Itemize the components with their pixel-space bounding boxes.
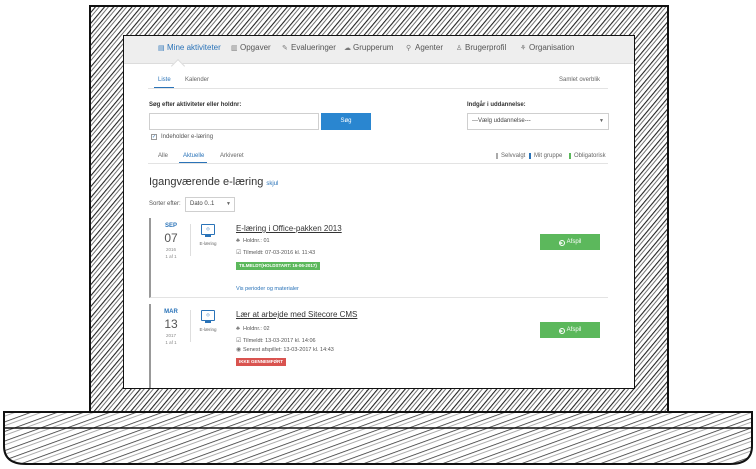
play-icon: ▶ bbox=[558, 240, 565, 246]
card-count: 1 af 1 bbox=[165, 340, 177, 345]
divider bbox=[190, 224, 191, 256]
play-button[interactable]: ▶ Afspil bbox=[540, 322, 600, 338]
chevron-down-icon: ▼ bbox=[599, 118, 604, 124]
filter-current[interactable]: Aktuelle bbox=[183, 153, 204, 159]
play-circle-icon: ◉ bbox=[236, 347, 242, 353]
card-title-link[interactable]: E-læring i Office-pakken 2013 bbox=[236, 224, 342, 233]
card-period-text: Tilmeldt: 13-03-2017 kl. 14:06 bbox=[243, 338, 316, 344]
card-day: 13 bbox=[164, 317, 178, 331]
nav-item-tasks[interactable]: ▥ Opgaver bbox=[231, 43, 271, 52]
card-last-played: ◉ Senest afspillet: 13-03-2017 kl. 14:43 bbox=[236, 346, 334, 353]
sort-select-value: Dato 0..1 bbox=[190, 201, 215, 207]
monitor-stand bbox=[205, 235, 211, 237]
team-icon: ♣ bbox=[236, 238, 240, 244]
app-screen: ▤ Mine aktiviteter ▥ Opgaver ✎ Evalueringer… bbox=[124, 36, 634, 388]
laptop-base bbox=[0, 404, 756, 469]
agents-icon: ⚲ bbox=[406, 45, 412, 52]
active-nav-pointer bbox=[170, 58, 186, 74]
hide-section-link[interactable]: skjul bbox=[266, 181, 278, 187]
status-badge: TILMELDT(HOLDSTART: 16-06-2017) bbox=[236, 262, 320, 270]
group-room-icon: ☁ bbox=[344, 45, 351, 52]
card-team-text: Holdnr.: 01 bbox=[243, 238, 270, 244]
play-button-label: Afspil bbox=[566, 239, 582, 245]
main-navigation: ▤ Mine aktiviteter ▥ Opgaver ✎ Evalueringer… bbox=[124, 36, 634, 74]
check-icon: ☑ bbox=[236, 250, 242, 256]
elearning-checkbox[interactable]: ✓ bbox=[151, 134, 157, 140]
card-month: MAR bbox=[164, 309, 178, 315]
nav-item-my-activities[interactable]: ▤ Mine aktiviteter bbox=[158, 43, 221, 52]
legend-mandatory: Obligatorisk bbox=[569, 153, 606, 159]
card-count: 1 af 1 bbox=[165, 254, 177, 259]
card-team-text: Holdnr.: 02 bbox=[243, 326, 270, 332]
play-button-label: Afspil bbox=[566, 327, 582, 333]
card-year: 2017 bbox=[165, 333, 176, 338]
evaluations-icon: ✎ bbox=[282, 45, 288, 52]
card-title-link[interactable]: Lær at arbejde med Sitecore CMS bbox=[236, 310, 357, 319]
card-type: E-læring bbox=[199, 327, 217, 332]
organisation-icon: ⚘ bbox=[520, 45, 527, 52]
activities-icon: ▤ bbox=[158, 45, 165, 52]
card-period-text: Tilmeldt: 07-03-2016 kl. 11:43 bbox=[243, 250, 316, 256]
user-profile-icon: ♙ bbox=[456, 45, 463, 52]
education-label: Indgår i uddannelse: bbox=[467, 102, 526, 108]
legend-my-group: Mit gruppe bbox=[529, 153, 562, 159]
nav-item-group-room[interactable]: ☁ Grupperum bbox=[344, 43, 393, 52]
nav-label: Grupperum bbox=[353, 43, 394, 52]
divider bbox=[148, 88, 608, 89]
sort-select[interactable]: Dato 0..1 ▼ bbox=[185, 197, 235, 212]
section-title-text: Igangværende e-læring bbox=[149, 176, 264, 188]
monitor-stand bbox=[205, 321, 211, 323]
search-input[interactable] bbox=[149, 113, 319, 130]
check-icon: ☑ bbox=[236, 338, 242, 344]
status-badge: IKKE GENNEMFØRT bbox=[236, 358, 287, 366]
play-icon: ▶ bbox=[558, 328, 565, 334]
search-button[interactable]: Søg bbox=[321, 113, 371, 130]
tab-calendar[interactable]: Kalender bbox=[185, 77, 209, 83]
divider bbox=[148, 163, 608, 164]
chevron-down-icon: ▼ bbox=[226, 201, 231, 207]
play-button[interactable]: ▶ Afspil bbox=[540, 234, 600, 250]
card-team: ♣ Holdnr.: 01 bbox=[236, 238, 270, 244]
legend-optional: Selvvalgt bbox=[496, 153, 525, 159]
sort-label: Sorter efter: bbox=[149, 201, 181, 207]
card-month: SEP bbox=[164, 223, 177, 229]
periods-materials-link[interactable]: Vis perioder og materialer bbox=[236, 286, 299, 292]
elearning-checkbox-label: Indeholder e-læring bbox=[161, 134, 214, 140]
card-type: E-læring bbox=[199, 241, 217, 246]
overview-link[interactable]: Samlet overblik bbox=[559, 77, 600, 83]
card-day: 07 bbox=[164, 231, 178, 245]
nav-item-organisation[interactable]: ⚘ Organisation bbox=[520, 43, 574, 52]
activity-card: SEP 07 2016 1 af 1 ◎ E-læring E-læring i… bbox=[149, 218, 608, 298]
monitor-icon: ◎ bbox=[201, 310, 215, 321]
filter-all[interactable]: Alle bbox=[158, 153, 168, 159]
nav-item-agents[interactable]: ⚲ Agenter bbox=[406, 43, 443, 52]
card-year: 2016 bbox=[165, 247, 176, 252]
card-period: ☑ Tilmeldt: 13-03-2017 kl. 14:06 bbox=[236, 337, 316, 344]
nav-label: Opgaver bbox=[240, 43, 271, 52]
card-period: ☑ Tilmeldt: 07-03-2016 kl. 11:43 bbox=[236, 249, 315, 256]
tasks-icon: ▥ bbox=[231, 45, 238, 52]
nav-label: Evalueringer bbox=[291, 43, 336, 52]
nav-label: Mine aktiviteter bbox=[167, 43, 221, 52]
card-last-played-text: Senest afspillet: 13-03-2017 kl. 14:43 bbox=[243, 347, 334, 353]
monitor-icon: ◎ bbox=[201, 224, 215, 235]
section-title: Igangværende e-læring skjul bbox=[149, 176, 278, 188]
nav-label: Organisation bbox=[529, 43, 575, 52]
education-select[interactable]: ---Vælg uddannelse--- ▼ bbox=[467, 113, 609, 130]
nav-item-evaluations[interactable]: ✎ Evalueringer bbox=[282, 43, 336, 52]
team-icon: ♣ bbox=[236, 326, 240, 332]
filter-archived[interactable]: Arkiveret bbox=[220, 153, 244, 159]
search-label: Søg efter aktiviteter eller holdnr: bbox=[149, 102, 242, 108]
card-team: ♣ Holdnr.: 02 bbox=[236, 326, 270, 332]
tab-list[interactable]: Liste bbox=[158, 77, 171, 83]
divider bbox=[190, 310, 191, 342]
education-select-value: ---Vælg uddannelse--- bbox=[472, 118, 531, 124]
nav-label: Brugerprofil bbox=[465, 43, 507, 52]
nav-label: Agenter bbox=[415, 43, 444, 52]
nav-item-user-profile[interactable]: ♙ Brugerprofil bbox=[456, 43, 506, 52]
activity-card: MAR 13 2017 1 af 1 ◎ E-læring Lær at arb… bbox=[149, 304, 608, 388]
